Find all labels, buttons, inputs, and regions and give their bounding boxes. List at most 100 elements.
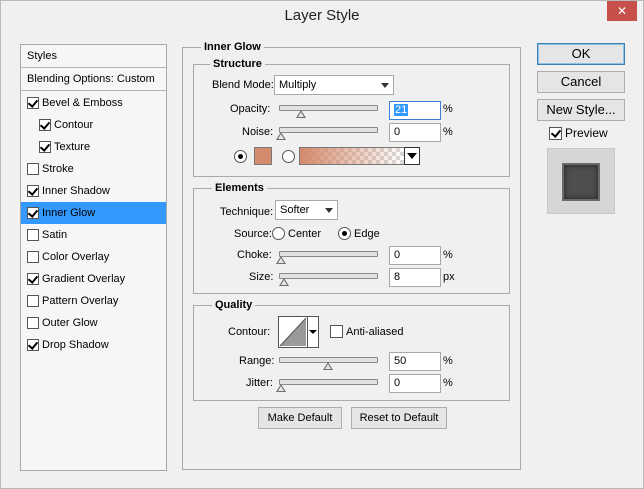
style-item-label: Satin bbox=[42, 229, 68, 241]
style-item-outer-glow[interactable]: Outer Glow bbox=[21, 312, 166, 334]
style-item-label: Bevel & Emboss bbox=[42, 97, 123, 109]
blending-options-item[interactable]: Blending Options: Custom bbox=[21, 68, 166, 91]
contour-dropdown[interactable] bbox=[307, 316, 319, 348]
preview-thumbnail bbox=[547, 148, 615, 214]
blend-mode-label: Blend Mode: bbox=[212, 79, 274, 91]
blend-mode-select[interactable]: Multiply bbox=[274, 75, 394, 95]
style-item-checkbox[interactable] bbox=[39, 141, 51, 153]
chevron-down-icon bbox=[309, 330, 317, 334]
ok-button[interactable]: OK bbox=[537, 43, 625, 65]
style-item-stroke[interactable]: Stroke bbox=[21, 158, 166, 180]
opacity-unit: % bbox=[443, 103, 453, 115]
gradient-dropdown[interactable] bbox=[404, 147, 420, 165]
size-unit: px bbox=[443, 271, 455, 283]
opacity-slider-thumb[interactable] bbox=[295, 110, 306, 118]
style-item-label: Gradient Overlay bbox=[42, 273, 126, 285]
chevron-down-icon bbox=[381, 83, 389, 88]
style-item-pattern-overlay[interactable]: Pattern Overlay bbox=[21, 290, 166, 312]
title-bar: Layer Style ✕ bbox=[1, 1, 643, 31]
preview-label: Preview bbox=[565, 126, 608, 140]
choke-unit: % bbox=[443, 249, 453, 261]
opacity-input[interactable]: 21 bbox=[389, 101, 441, 120]
jitter-unit: % bbox=[443, 377, 453, 389]
style-item-label: Drop Shadow bbox=[42, 339, 109, 351]
preview-checkbox[interactable] bbox=[549, 127, 562, 140]
style-item-checkbox[interactable] bbox=[27, 207, 39, 219]
new-style-button[interactable]: New Style... bbox=[537, 99, 625, 121]
preview-swatch bbox=[562, 163, 600, 201]
contour-label: Contour: bbox=[228, 326, 271, 338]
style-item-color-overlay[interactable]: Color Overlay bbox=[21, 246, 166, 268]
style-item-checkbox[interactable] bbox=[27, 339, 39, 351]
choke-slider-thumb[interactable] bbox=[276, 256, 286, 264]
cancel-button[interactable]: Cancel bbox=[537, 71, 625, 93]
size-input[interactable]: 8 bbox=[389, 268, 441, 287]
style-item-checkbox[interactable] bbox=[27, 273, 39, 285]
noise-unit: % bbox=[443, 126, 453, 138]
size-value: 8 bbox=[394, 271, 401, 283]
technique-select[interactable]: Softer bbox=[275, 200, 338, 220]
structure-group: Structure Blend Mode: Multiply Opacity: … bbox=[193, 58, 510, 177]
range-input[interactable]: 50 bbox=[389, 352, 441, 371]
jitter-label: Jitter: bbox=[246, 377, 273, 389]
noise-value: 0 bbox=[394, 126, 401, 138]
range-slider-thumb[interactable] bbox=[322, 362, 333, 370]
solid-color-radio[interactable] bbox=[234, 150, 247, 163]
style-item-checkbox[interactable] bbox=[27, 97, 39, 109]
style-item-checkbox[interactable] bbox=[27, 251, 39, 263]
quality-title: Quality bbox=[212, 299, 256, 311]
chevron-down-icon bbox=[407, 153, 417, 159]
style-item-drop-shadow[interactable]: Drop Shadow bbox=[21, 334, 166, 356]
style-item-checkbox[interactable] bbox=[39, 119, 51, 131]
style-item-gradient-overlay[interactable]: Gradient Overlay bbox=[21, 268, 166, 290]
style-item-inner-shadow[interactable]: Inner Shadow bbox=[21, 180, 166, 202]
contour-linear-icon bbox=[279, 317, 307, 347]
gradient-swatch[interactable] bbox=[299, 147, 405, 165]
size-label: Size: bbox=[249, 271, 274, 283]
style-item-label: Color Overlay bbox=[42, 251, 110, 263]
source-center-label: Center bbox=[288, 228, 322, 240]
size-slider-thumb[interactable] bbox=[278, 278, 289, 286]
source-edge-label: Edge bbox=[354, 228, 380, 240]
opacity-slider-track[interactable] bbox=[279, 105, 378, 111]
style-item-checkbox[interactable] bbox=[27, 185, 39, 197]
choke-input[interactable]: 0 bbox=[389, 246, 441, 265]
source-center-radio[interactable] bbox=[272, 227, 285, 240]
jitter-slider-track[interactable] bbox=[279, 379, 378, 385]
style-item-bevel-emboss[interactable]: Bevel & Emboss bbox=[21, 92, 166, 114]
style-item-satin[interactable]: Satin bbox=[21, 224, 166, 246]
glow-color-swatch[interactable] bbox=[254, 147, 272, 165]
choke-slider-track[interactable] bbox=[279, 251, 378, 257]
style-item-contour[interactable]: Contour bbox=[21, 114, 166, 136]
anti-aliased-checkbox[interactable] bbox=[330, 325, 343, 338]
close-icon[interactable]: ✕ bbox=[607, 1, 637, 21]
jitter-value: 0 bbox=[394, 377, 401, 389]
styles-header-label: Styles bbox=[27, 50, 57, 62]
style-item-label: Inner Shadow bbox=[42, 185, 110, 197]
style-item-texture[interactable]: Texture bbox=[21, 136, 166, 158]
noise-slider-thumb[interactable] bbox=[276, 132, 286, 140]
gradient-radio[interactable] bbox=[282, 150, 295, 163]
style-item-inner-glow[interactable]: Inner Glow bbox=[21, 202, 166, 224]
style-item-checkbox[interactable] bbox=[27, 295, 39, 307]
style-item-checkbox[interactable] bbox=[27, 317, 39, 329]
structure-title: Structure bbox=[210, 58, 265, 70]
source-edge-radio[interactable] bbox=[338, 227, 351, 240]
noise-input[interactable]: 0 bbox=[389, 123, 441, 142]
reset-to-default-button[interactable]: Reset to Default bbox=[351, 407, 447, 429]
size-slider-track[interactable] bbox=[279, 273, 378, 279]
styles-header[interactable]: Styles bbox=[21, 45, 166, 68]
layer-style-dialog: Layer Style ✕ Styles Blending Options: C… bbox=[0, 0, 644, 489]
quality-group: Quality Contour: Anti-aliased Range: 50 … bbox=[193, 299, 510, 401]
style-item-checkbox[interactable] bbox=[27, 229, 39, 241]
contour-picker[interactable] bbox=[278, 316, 308, 348]
style-item-checkbox[interactable] bbox=[27, 163, 39, 175]
jitter-input[interactable]: 0 bbox=[389, 374, 441, 393]
make-default-button[interactable]: Make Default bbox=[258, 407, 342, 429]
choke-label: Choke: bbox=[237, 249, 272, 261]
panel-title: Inner Glow bbox=[201, 41, 264, 53]
jitter-slider-thumb[interactable] bbox=[276, 384, 286, 392]
style-item-label: Pattern Overlay bbox=[42, 295, 119, 307]
opacity-label: Opacity: bbox=[230, 103, 271, 115]
noise-slider-track[interactable] bbox=[279, 127, 378, 133]
